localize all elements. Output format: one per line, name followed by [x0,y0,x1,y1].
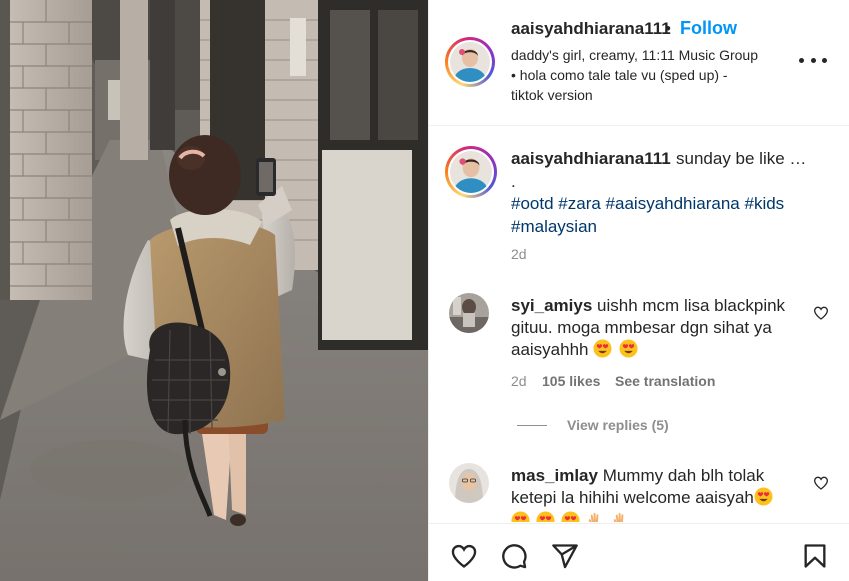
caption-avatar-photo [450,151,492,193]
more-dot [799,57,804,63]
hashtag-link[interactable]: #aaisyahdhiarana [606,194,740,213]
hashtag-link[interactable]: #malaysian [511,217,597,236]
heart-icon[interactable] [449,542,479,570]
caption-dot: . [511,172,516,191]
replies-divider [517,425,547,426]
heart-eyes-emoji-icon [754,487,773,506]
post-media[interactable] [0,0,428,581]
post-header: aaisyahdhiarana111 • Follow daddy's girl… [429,0,849,126]
clapping-hands-emoji-icon [588,512,599,522]
commenter-avatar[interactable] [449,463,489,503]
caption-username[interactable]: aaisyahdhiarana111 [511,149,671,169]
caption-author-avatar[interactable] [445,146,497,198]
comment-likes-count[interactable]: 105 likes [542,373,600,389]
hashtag-link[interactable]: #zara [558,194,601,213]
post-photo [0,0,428,581]
more-options-icon[interactable] [799,52,827,68]
view-replies-button[interactable]: View replies (5) [567,417,669,433]
comment-username[interactable]: mas_imlay [511,466,598,485]
comment-username[interactable]: syi_amiys [511,296,592,315]
more-dot [810,57,816,63]
post-details-panel: aaisyahdhiarana111 • Follow daddy's girl… [428,0,849,581]
comments-scroll-area[interactable]: aaisyahdhiarana111 sunday be like … . #o… [429,127,849,522]
heart-eyes-emoji-icon [561,511,580,522]
commenter-avatar-photo [449,293,489,333]
comment-emoji-row [511,511,630,522]
bookmark-icon[interactable] [800,542,830,570]
hashtag-link[interactable]: #kids [745,194,785,213]
comment-body: mas_imlay Mummy dah blh tolak ketepi la … [511,465,811,509]
commenter-avatar-photo [449,463,489,503]
caption-timestamp[interactable]: 2d [511,246,527,262]
more-dot [822,57,827,63]
heart-eyes-emoji-icon [511,511,530,522]
author-avatar-photo [450,42,490,82]
heart-eyes-emoji-icon [536,511,555,522]
follow-button[interactable]: Follow [680,18,737,39]
paper-plane-icon[interactable] [550,542,580,570]
comment-timestamp[interactable]: 2d [511,373,527,389]
caption-hashtags: #ootd #zara #aaisyahdhiarana #kids #mala… [511,192,831,238]
comment-like-heart-icon[interactable] [813,475,829,491]
clapping-hands-emoji-icon [613,512,624,522]
comment-meta: 2d 105 likes See translation [511,373,715,389]
heart-eyes-emoji-icon [619,339,638,358]
heart-eyes-emoji-icon [593,339,612,358]
author-avatar[interactable] [445,37,495,87]
caption-text: sunday be like … [676,149,807,168]
see-translation-button[interactable]: See translation [615,373,715,389]
author-username[interactable]: aaisyahdhiarana111 [511,19,671,39]
comment-like-heart-icon[interactable] [813,305,829,321]
audio-info[interactable]: daddy's girl, creamy, 11:11 Music Group … [511,45,761,105]
commenter-avatar[interactable] [449,293,489,333]
comment-body: syi_amiys uishh mcm lisa blackpink gituu… [511,295,811,361]
post-action-bar [429,523,849,581]
separator-dot: • [665,19,671,38]
comment-icon[interactable] [499,542,529,570]
hashtag-link[interactable]: #ootd [511,194,554,213]
